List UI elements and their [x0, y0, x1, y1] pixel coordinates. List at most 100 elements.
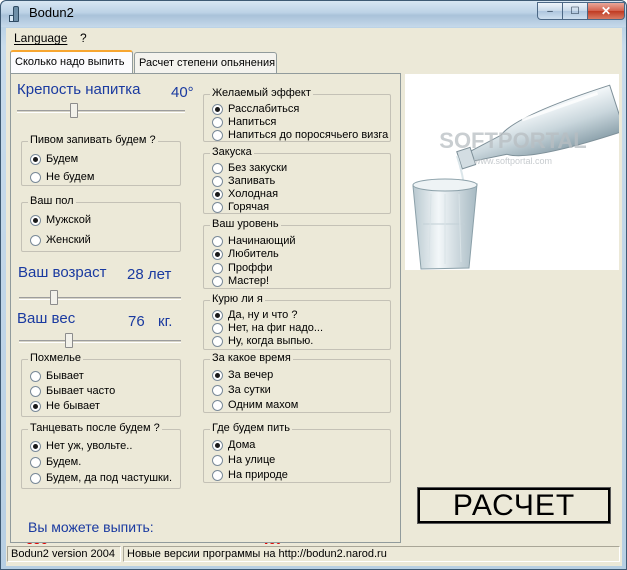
- strength-slider-track: [17, 110, 185, 113]
- status-version: Bodun2 version 2004: [7, 546, 121, 562]
- status-info: Новые версии программы на http://bodun2.…: [123, 546, 620, 562]
- main-panel: Крепость напитка 40° Пивом запивать буде…: [10, 73, 401, 555]
- sex-option-female[interactable]: Женский: [30, 233, 91, 247]
- weight-slider[interactable]: [19, 333, 181, 349]
- age-slider-thumb[interactable]: [50, 290, 58, 305]
- title-bar[interactable]: Bodun2 – ☐ ✕: [1, 1, 626, 27]
- radio-label: Будем, да под частушки.: [46, 472, 173, 484]
- strength-value: 40°: [171, 84, 194, 101]
- dance-option-no[interactable]: Нет уж, увольте..: [30, 439, 132, 453]
- hangover-option-often[interactable]: Бывает: [30, 369, 84, 383]
- smoke-option-yes[interactable]: Да, ну и что ?: [212, 308, 297, 322]
- radio-icon: [30, 214, 41, 226]
- radio-label: Мастер!: [228, 275, 270, 287]
- radio-icon: [30, 456, 41, 468]
- beer-option-no[interactable]: Не будем: [30, 170, 94, 184]
- dance-option-chastushki[interactable]: Будем, да под частушки.: [30, 471, 172, 485]
- hangover-group: Похмелье Бывает Бывает часто Не бывает: [21, 352, 181, 417]
- effect-group-title: Желаемый эффект: [210, 87, 313, 99]
- time-group-title: За какое время: [210, 352, 293, 364]
- smoke-option-when-drinking[interactable]: Ну, когда выпью.: [212, 334, 313, 348]
- radio-label: Да, ну и что ?: [228, 309, 298, 321]
- weight-value: 76: [128, 313, 145, 330]
- radio-label: Запивать: [228, 175, 276, 187]
- effect-option-drunk[interactable]: Напиться: [212, 115, 276, 129]
- effect-option-wasted[interactable]: Напиться до поросячьего визга: [212, 128, 388, 142]
- window-title: Bodun2: [29, 5, 74, 20]
- calculate-button[interactable]: РАСЧЕТ: [417, 487, 611, 524]
- result-title: Вы можете выпить:: [28, 519, 154, 535]
- radio-icon: [212, 384, 223, 396]
- sex-option-male[interactable]: Мужской: [30, 213, 91, 227]
- close-button[interactable]: ✕: [587, 2, 625, 20]
- radio-icon: [212, 469, 223, 481]
- weight-label: Ваш вес: [17, 310, 76, 327]
- snack-option-cold[interactable]: Холодная: [212, 187, 278, 201]
- radio-icon: [212, 262, 223, 274]
- place-option-home[interactable]: Дома: [212, 438, 255, 452]
- radio-label: Ну, когда выпью.: [228, 335, 314, 347]
- beer-group: Пивом запивать будем ? Будем Не будем: [21, 134, 181, 186]
- snack-option-none[interactable]: Без закуски: [212, 161, 287, 175]
- level-group: Ваш уровень Начинающий Любитель Проффи М…: [203, 218, 391, 289]
- bottle-and-glass-image: SOFTPORTAL www.softportal.com: [405, 74, 626, 270]
- tab-how-much-to-drink[interactable]: Сколько надо выпить: [10, 50, 133, 73]
- hangover-option-never[interactable]: Не бывает: [30, 399, 100, 413]
- weight-slider-thumb[interactable]: [65, 333, 73, 348]
- radio-icon: [212, 116, 223, 128]
- minimize-button[interactable]: –: [537, 2, 563, 20]
- strength-slider-thumb[interactable]: [70, 103, 78, 118]
- snack-option-chaser[interactable]: Запивать: [212, 174, 275, 188]
- beer-group-title: Пивом запивать будем ?: [28, 134, 158, 146]
- menu-help[interactable]: ?: [80, 31, 87, 45]
- hangover-option-very-often[interactable]: Бывает часто: [30, 384, 115, 398]
- tab-intoxication-degree[interactable]: Расчет степени опьянения: [134, 52, 277, 73]
- effect-option-relax[interactable]: Расслабиться: [212, 102, 299, 116]
- strength-slider[interactable]: [17, 103, 185, 119]
- smoke-group: Курю ли я Да, ну и что ? Нет, на фиг над…: [203, 293, 391, 350]
- snack-option-hot[interactable]: Горячая: [212, 200, 269, 214]
- level-option-master[interactable]: Мастер!: [212, 274, 269, 288]
- radio-icon: [212, 275, 223, 287]
- time-option-one-gulp[interactable]: Одним махом: [212, 398, 298, 412]
- radio-icon: [212, 454, 223, 466]
- place-group-title: Где будем пить: [210, 422, 293, 434]
- radio-icon: [212, 248, 223, 260]
- radio-icon: [30, 171, 41, 183]
- radio-icon: [30, 472, 41, 484]
- snack-group-title: Закуска: [210, 146, 254, 158]
- time-option-day[interactable]: За сутки: [212, 383, 271, 397]
- level-option-amateur[interactable]: Любитель: [212, 247, 279, 261]
- radio-label: Будем.: [46, 456, 82, 468]
- maximize-button[interactable]: ☐: [562, 2, 588, 20]
- dance-option-yes[interactable]: Будем.: [30, 455, 81, 469]
- snack-group: Закуска Без закуски Запивать Холодная Го…: [203, 146, 391, 214]
- smoke-option-no[interactable]: Нет, на фиг надо...: [212, 321, 323, 335]
- beer-option-yes[interactable]: Будем: [30, 152, 78, 166]
- watermark-url: www.softportal.com: [473, 156, 552, 166]
- level-option-beginner[interactable]: Начинающий: [212, 234, 295, 248]
- radio-label: Одним махом: [228, 399, 299, 411]
- radio-label: За сутки: [228, 384, 271, 396]
- age-slider[interactable]: [19, 290, 181, 306]
- radio-icon: [30, 400, 41, 412]
- radio-icon: [212, 162, 223, 174]
- minimize-icon: –: [547, 5, 553, 17]
- radio-icon: [30, 385, 41, 397]
- place-option-nature[interactable]: На природе: [212, 468, 288, 482]
- bottle-app-icon: [9, 6, 23, 22]
- radio-icon: [212, 103, 223, 115]
- level-option-pro[interactable]: Проффи: [212, 261, 272, 275]
- radio-icon: [212, 399, 223, 411]
- weight-slider-track: [19, 340, 181, 343]
- radio-label: На природе: [228, 469, 288, 481]
- menu-language[interactable]: Language: [14, 31, 67, 45]
- radio-label: Нет уж, увольте..: [46, 440, 133, 452]
- radio-label: Начинающий: [228, 235, 296, 247]
- status-bar: Bodun2 version 2004 Новые версии програм…: [6, 544, 622, 564]
- time-option-evening[interactable]: За вечер: [212, 368, 273, 382]
- radio-label: Горячая: [228, 201, 270, 213]
- place-option-street[interactable]: На улице: [212, 453, 275, 467]
- radio-icon: [212, 369, 223, 381]
- radio-label: Нет, на фиг надо...: [228, 322, 324, 334]
